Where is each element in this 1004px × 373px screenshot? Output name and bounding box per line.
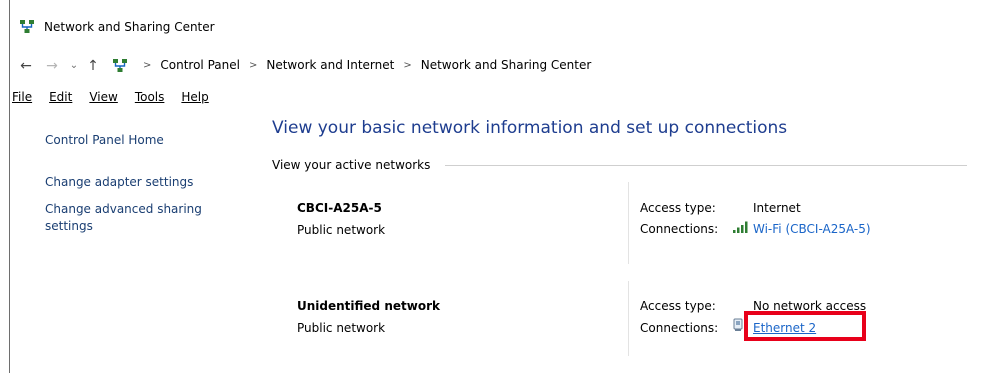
chevron-right-icon[interactable]: > bbox=[143, 60, 151, 71]
network-name: Unidentified network bbox=[297, 299, 440, 313]
window: Network and Sharing Center ← → ⌄ ↑ > Con… bbox=[9, 0, 1004, 373]
network-center-icon bbox=[20, 20, 34, 33]
sidebar-link-change-advanced-sharing[interactable]: Change advanced sharing settings bbox=[45, 201, 225, 235]
menu-help[interactable]: Help bbox=[181, 90, 208, 108]
menu-view[interactable]: View bbox=[89, 90, 117, 108]
access-type-value: Internet bbox=[753, 201, 801, 215]
menu-tools-label: Tools bbox=[134, 90, 165, 104]
chevron-right-icon[interactable]: > bbox=[249, 60, 257, 71]
active-networks-heading: View your active networks bbox=[272, 158, 431, 172]
title-bar: Network and Sharing Center bbox=[10, 0, 1004, 52]
menu-tools[interactable]: Tools bbox=[135, 90, 165, 108]
section-divider bbox=[445, 165, 967, 166]
network-category: Public network bbox=[297, 321, 386, 335]
menu-file-label: File bbox=[12, 90, 33, 104]
access-type-label: Access type: bbox=[640, 299, 716, 313]
menu-edit-label: Edit bbox=[49, 90, 73, 104]
connections-label: Connections: bbox=[640, 222, 719, 236]
chevron-down-icon[interactable]: ⌄ bbox=[65, 56, 83, 76]
network-category: Public network bbox=[297, 223, 386, 237]
menu-bar: File Edit View Tools Help bbox=[10, 90, 215, 108]
column-divider bbox=[628, 281, 629, 356]
menu-file[interactable]: File bbox=[12, 90, 32, 108]
highlight-box bbox=[744, 311, 866, 341]
access-type-label: Access type: bbox=[640, 201, 716, 215]
connections-label: Connections: bbox=[640, 321, 719, 335]
column-divider bbox=[628, 182, 629, 264]
breadcrumb-control-panel[interactable]: Control Panel bbox=[160, 58, 240, 72]
breadcrumb: > Control Panel > Network and Internet >… bbox=[134, 58, 591, 72]
sidebar-link-change-adapter-settings[interactable]: Change adapter settings bbox=[45, 174, 193, 191]
menu-help-label: Help bbox=[181, 90, 209, 104]
menu-edit[interactable]: Edit bbox=[49, 90, 72, 108]
network-center-icon bbox=[113, 59, 127, 72]
back-arrow-icon[interactable]: ← bbox=[17, 56, 35, 76]
network-name: CBCI-A25A-5 bbox=[297, 201, 382, 215]
chevron-right-icon[interactable]: > bbox=[403, 60, 411, 71]
window-title: Network and Sharing Center bbox=[44, 20, 215, 34]
up-arrow-icon[interactable]: ↑ bbox=[84, 56, 102, 76]
breadcrumb-network-internet[interactable]: Network and Internet bbox=[266, 58, 394, 72]
forward-arrow-icon[interactable]: → bbox=[43, 56, 61, 76]
sidebar-link-control-panel-home[interactable]: Control Panel Home bbox=[45, 132, 164, 149]
address-bar: ← → ⌄ ↑ > Control Panel > Network and In… bbox=[10, 52, 1004, 80]
wifi-signal-icon bbox=[733, 221, 748, 233]
connection-link-wifi[interactable]: Wi-Fi (CBCI-A25A-5) bbox=[753, 222, 871, 236]
breadcrumb-network-sharing-center[interactable]: Network and Sharing Center bbox=[421, 58, 592, 72]
menu-view-label: View bbox=[89, 90, 118, 104]
page-title: View your basic network information and … bbox=[272, 118, 788, 138]
